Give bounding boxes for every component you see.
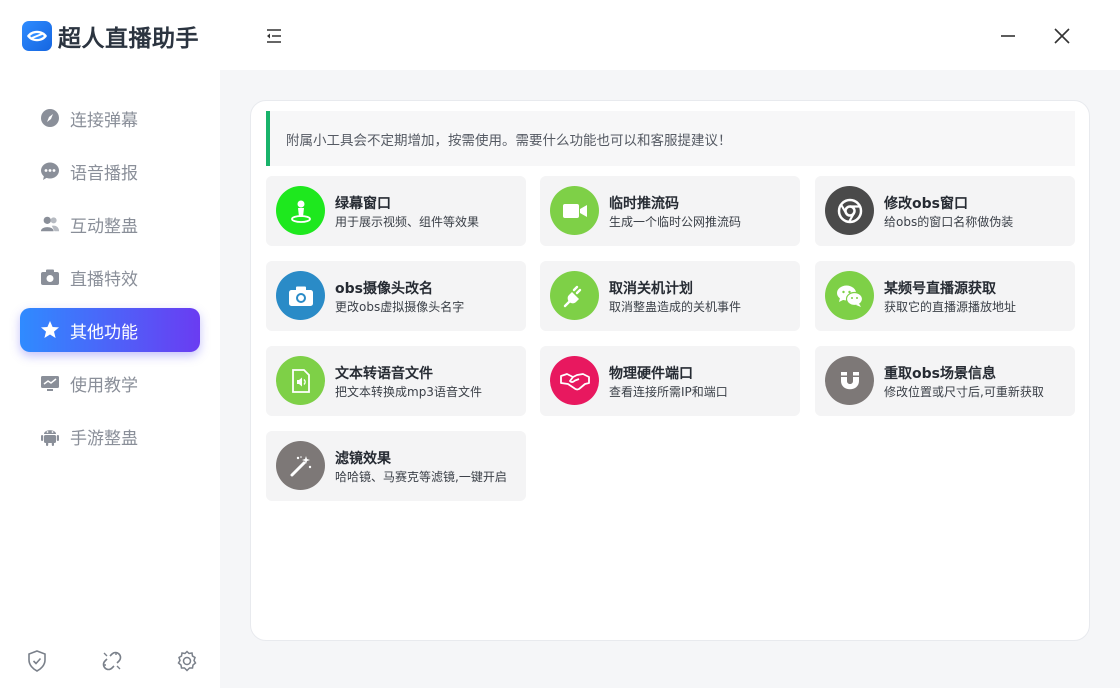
tool-title: 物理硬件端口 — [609, 366, 693, 382]
tool-desc: 哈哈镜、马赛克等滤镜,一键开启 — [335, 470, 507, 484]
tool-title: 修改obs窗口 — [884, 196, 968, 212]
minimize-icon[interactable] — [998, 26, 1018, 46]
magic-wand-icon — [276, 441, 325, 490]
camera-icon — [276, 271, 325, 320]
tool-cancel-shutdown[interactable]: 取消关机计划 取消整蛊造成的关机事件 — [540, 261, 800, 331]
close-icon[interactable] — [1052, 26, 1072, 46]
tool-desc: 查看连接所需IP和端口 — [609, 385, 728, 399]
sidebar-item-label: 语音播报 — [70, 163, 138, 184]
sidebar-item-interactive-prank[interactable]: 互动整蛊 — [20, 202, 200, 246]
broken-link-icon[interactable] — [101, 650, 123, 672]
sidebar-item-label: 使用教学 — [70, 375, 138, 396]
sidebar-item-mobile-game-prank[interactable]: 手游整蛊 — [20, 414, 200, 458]
chrome-icon — [825, 186, 874, 235]
tool-green-screen-window[interactable]: 绿幕窗口 用于展示视频、组件等效果 — [266, 176, 526, 246]
compass-icon — [40, 108, 60, 128]
tool-channel-stream-source[interactable]: 某频号直播源获取 获取它的直播源播放地址 — [815, 261, 1075, 331]
tool-title: 绿幕窗口 — [335, 196, 391, 212]
tool-filter-effects[interactable]: 滤镜效果 哈哈镜、马赛克等滤镜,一键开启 — [266, 431, 526, 501]
tool-title: 某频号直播源获取 — [884, 281, 996, 297]
title-bar — [220, 0, 1120, 70]
sidebar: 超人直播助手 连接弹幕 语音播报 互动整蛊 直播特效 其他功能 使用教学 手游整… — [0, 0, 220, 688]
tool-refetch-obs-scene[interactable]: 重取obs场景信息 修改位置或尺寸后,可重新获取 — [815, 346, 1075, 416]
gear-icon[interactable] — [176, 650, 198, 672]
tool-desc: 用于展示视频、组件等效果 — [335, 215, 480, 229]
notice-text: 附属小工具会不定期增加，按需使用。需要什么功能也可以和客服提建议！ — [286, 132, 732, 149]
video-camera-icon — [550, 186, 599, 235]
notice-banner: 附属小工具会不定期增加，按需使用。需要什么功能也可以和客服提建议！ — [266, 111, 1075, 166]
sidebar-item-label: 其他功能 — [70, 322, 138, 343]
sidebar-item-voice-broadcast[interactable]: 语音播报 — [20, 149, 200, 193]
tool-desc: 修改位置或尺寸后,可重新获取 — [884, 385, 1044, 399]
app-logo-icon — [22, 21, 52, 51]
monitor-chart-icon — [40, 373, 60, 393]
tool-title: 滤镜效果 — [335, 451, 391, 467]
sidebar-item-tutorial[interactable]: 使用教学 — [20, 361, 200, 405]
shield-check-icon[interactable] — [26, 650, 48, 672]
sidebar-item-label: 手游整蛊 — [70, 428, 138, 449]
camera-icon — [40, 267, 60, 287]
tool-desc: 给obs的窗口名称做伪装 — [884, 215, 1014, 229]
menu-collapse-icon[interactable] — [264, 26, 284, 46]
tool-title: 取消关机计划 — [609, 281, 693, 297]
wechat-icon — [825, 271, 874, 320]
sidebar-nav: 连接弹幕 语音播报 互动整蛊 直播特效 其他功能 使用教学 手游整蛊 — [20, 96, 200, 467]
tool-title: 临时推流码 — [609, 196, 679, 212]
tool-title: obs摄像头改名 — [335, 281, 433, 297]
sidebar-item-label: 直播特效 — [70, 269, 138, 290]
android-icon — [40, 426, 60, 446]
sidebar-item-label: 连接弹幕 — [70, 110, 138, 131]
tool-hardware-port[interactable]: 物理硬件端口 查看连接所需IP和端口 — [540, 346, 800, 416]
app-title: 超人直播助手 — [58, 26, 199, 52]
plug-icon — [550, 271, 599, 320]
sidebar-item-live-effects[interactable]: 直播特效 — [20, 255, 200, 299]
tool-title: 重取obs场景信息 — [884, 366, 996, 382]
audio-file-icon — [276, 356, 325, 405]
tool-desc: 更改obs虚拟摄像头名字 — [335, 300, 465, 314]
tool-desc: 把文本转换成mp3语音文件 — [335, 385, 482, 399]
tool-desc: 取消整蛊造成的关机事件 — [609, 300, 742, 314]
tool-desc: 生成一个临时公网推流码 — [609, 215, 742, 229]
tool-obs-camera-rename[interactable]: obs摄像头改名 更改obs虚拟摄像头名字 — [266, 261, 526, 331]
users-icon — [40, 214, 60, 234]
tool-temp-stream-key[interactable]: 临时推流码 生成一个临时公网推流码 — [540, 176, 800, 246]
handshake-icon — [550, 356, 599, 405]
tool-desc: 获取它的直播源播放地址 — [884, 300, 1017, 314]
tool-modify-obs-window[interactable]: 修改obs窗口 给obs的窗口名称做伪装 — [815, 176, 1075, 246]
tool-text-to-speech-file[interactable]: 文本转语音文件 把文本转换成mp3语音文件 — [266, 346, 526, 416]
sidebar-item-other-functions[interactable]: 其他功能 — [20, 308, 200, 352]
brand: 超人直播助手 — [22, 20, 199, 52]
person-pin-icon — [276, 186, 325, 235]
sidebar-item-label: 互动整蛊 — [70, 216, 138, 237]
tool-title: 文本转语音文件 — [335, 366, 433, 382]
sidebar-item-connect-danmaku[interactable]: 连接弹幕 — [20, 96, 200, 140]
magnet-icon — [825, 356, 874, 405]
sidebar-footer — [26, 650, 198, 672]
chat-dots-icon — [40, 161, 60, 181]
tools-panel: 附属小工具会不定期增加，按需使用。需要什么功能也可以和客服提建议！ 绿幕窗口 用… — [250, 100, 1090, 641]
star-icon — [40, 320, 60, 340]
